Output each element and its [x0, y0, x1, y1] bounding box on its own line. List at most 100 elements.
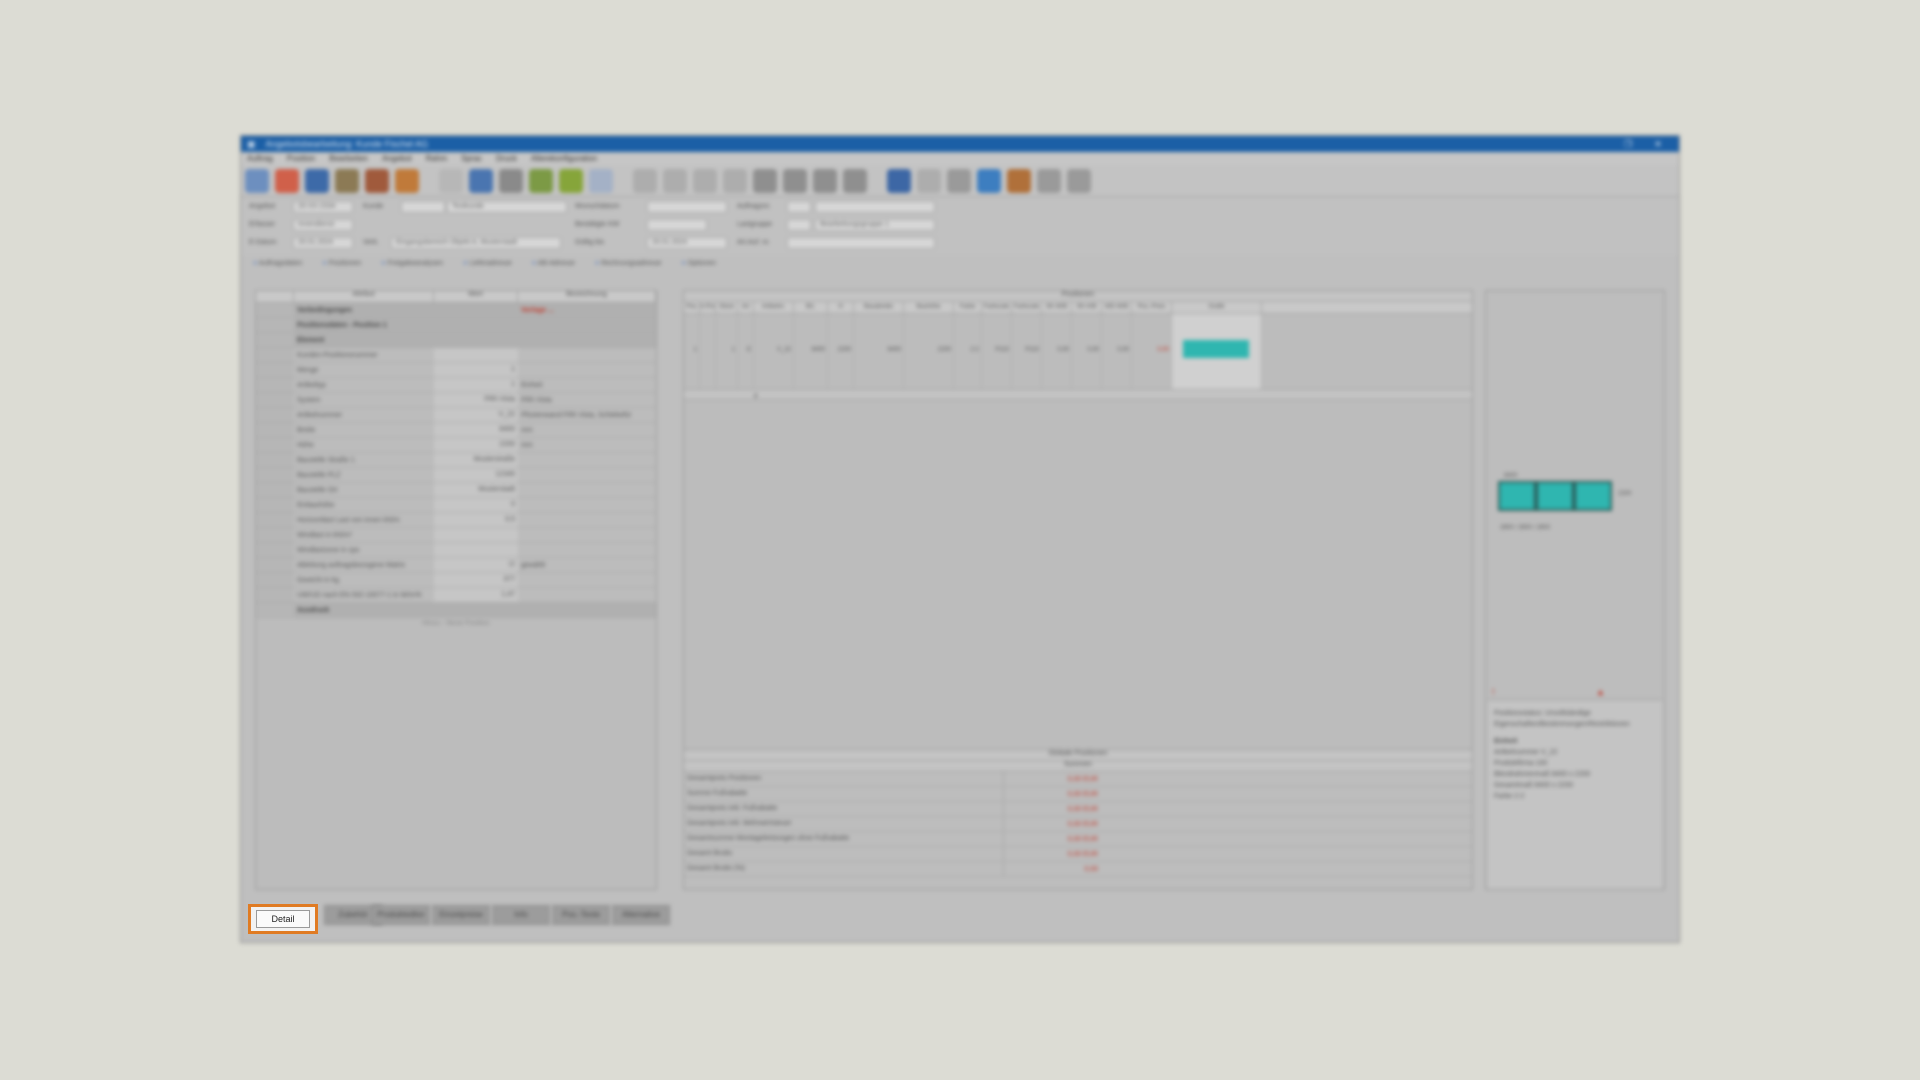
property-row[interactable]: Horizontlast Last von innen kN/m 0,5 [256, 513, 656, 528]
property-row[interactable]: Windlast in kN/m² [256, 528, 656, 543]
grid-column-header[interactable]: Stück [716, 302, 738, 313]
property-group[interactable]: Vorbedingungen Vorlage ... [256, 303, 656, 318]
angebot-field[interactable]: 20-XX-2334 [293, 201, 353, 213]
menu-item[interactable]: Auftrag [247, 154, 273, 163]
menu-item[interactable]: Angebot [382, 154, 412, 163]
header-wert[interactable]: Wert [434, 291, 518, 302]
refresh-icon[interactable] [395, 168, 419, 193]
lastgruppe-field[interactable]: Bearbeitungsgruppe 1 [815, 219, 935, 231]
grid-column-header[interactable]: Grafik [1172, 302, 1262, 313]
bestaetig-field[interactable] [647, 219, 707, 231]
document-icon[interactable] [439, 168, 463, 193]
tree-icon[interactable] [529, 168, 553, 193]
grid-column-header[interactable]: Pos [684, 302, 700, 313]
erfasser-field[interactable]: Innendienst [293, 219, 353, 231]
clipboard-icon[interactable] [1067, 168, 1091, 193]
kunde-field[interactable]: Testkunde [447, 201, 567, 213]
tab-auftragsdaten[interactable]: Auftragsdaten [253, 260, 303, 267]
auftrag-field[interactable] [787, 201, 811, 213]
property-value[interactable]: 8400 [434, 423, 518, 437]
auftrag-field-2[interactable] [815, 201, 935, 213]
property-value[interactable] [434, 303, 518, 317]
save-icon[interactable] [305, 168, 329, 193]
restore-icon[interactable]: ❐ [1613, 139, 1643, 150]
property-row[interactable]: Ableitung auftragsbezogene Matrix ☑ gewähl… [256, 558, 656, 573]
property-group[interactable]: Element [256, 333, 656, 348]
print-icon[interactable] [723, 168, 747, 193]
datum-field[interactable]: 20.01.2024 [293, 237, 353, 249]
header-attribut[interactable]: Attribut [294, 291, 434, 302]
property-value[interactable] [434, 543, 518, 557]
table-row[interactable]: 1 1 E V_22 8400 2200 8400 2200 2-2 P110 P110 0,00 0,… [684, 314, 1472, 390]
property-value[interactable]: Musterstadt [434, 483, 518, 497]
grid-column-header[interactable]: WD-W/B [1102, 302, 1132, 313]
property-row[interactable]: Artikelnummer V_22 Pfostenwand FRh Vista, … [256, 408, 656, 423]
sync-icon[interactable] [977, 168, 1001, 193]
tab-info[interactable]: Info [492, 905, 550, 925]
grid-column-header[interactable]: Artikelnr. [754, 302, 794, 313]
property-value[interactable] [434, 333, 518, 347]
tab-produkteditor[interactable]: Produkteditor [372, 905, 430, 925]
grid-column-header[interactable]: A-Pos [700, 302, 716, 313]
verk-field[interactable]: Eingangsbereich Objekt A, Musterstadt [391, 237, 561, 249]
tab-optionen[interactable]: Optionen [681, 260, 716, 267]
menu-item[interactable]: Sprac [461, 154, 482, 163]
disk-icon[interactable] [753, 168, 777, 193]
tag-icon[interactable] [917, 168, 941, 193]
wunsch-field[interactable] [647, 201, 727, 213]
group-icon[interactable] [365, 168, 389, 193]
property-row[interactable]: Gewicht in kg 377 [256, 573, 656, 588]
property-row[interactable]: Baustelle Straße 1 Musterstraße [256, 453, 656, 468]
grid-column-header[interactable]: Bauhöhe [904, 302, 954, 313]
help-icon[interactable] [469, 168, 493, 193]
table-row-empty[interactable]: 0 [684, 390, 1472, 400]
disk4-icon[interactable] [843, 168, 867, 193]
tab-ab-adresse[interactable]: AB-Adresse [532, 260, 575, 267]
property-value[interactable] [434, 603, 518, 617]
property-group[interactable]: Positionsdaten - Position 1 [256, 318, 656, 333]
menu-item[interactable]: Bearbeiten [329, 154, 368, 163]
artauf-field[interactable] [787, 237, 935, 249]
header-bezeichnung[interactable]: Bezeichnung [518, 291, 656, 302]
lastgruppe-number-field[interactable] [787, 219, 811, 231]
copy-icon[interactable] [663, 168, 687, 193]
home-icon[interactable] [245, 168, 269, 193]
property-value[interactable]: 1 [434, 378, 518, 392]
property-value[interactable]: FRh Vista [434, 393, 518, 407]
property-value[interactable]: 377 [434, 573, 518, 587]
property-row[interactable]: Windlastzone in cps [256, 543, 656, 558]
globe-icon[interactable] [887, 168, 911, 193]
tab-alternative[interactable]: Alternative [612, 905, 670, 925]
property-row[interactable]: Menge 1 [256, 363, 656, 378]
grid-column-header[interactable]: Farbe [954, 302, 982, 313]
info-icon[interactable] [947, 168, 971, 193]
property-value[interactable]: 0 [434, 498, 518, 512]
cut-icon[interactable] [633, 168, 657, 193]
stop-icon[interactable] [275, 168, 299, 193]
property-group[interactable]: Ausdruck [256, 603, 656, 618]
tab-freigabe[interactable]: Freigabeanalysen [381, 260, 443, 267]
property-value[interactable] [434, 318, 518, 332]
menu-item[interactable]: Rahm [426, 154, 447, 163]
property-value[interactable] [434, 528, 518, 542]
property-value[interactable]: 0,5 [434, 513, 518, 527]
grid-column-header[interactable]: SK-H/B [1072, 302, 1102, 313]
window-preview[interactable] [1498, 481, 1618, 521]
close-icon[interactable]: ✕ [1643, 139, 1673, 150]
property-value[interactable]: 2200 [434, 438, 518, 452]
menu-item[interactable]: Druck [496, 154, 517, 163]
grid-column-header[interactable]: Farbcode [982, 302, 1012, 313]
grid-column-header[interactable]: B/L [794, 302, 828, 313]
property-row[interactable]: Artikeltyp 1 Einheit [256, 378, 656, 393]
property-value[interactable]: Musterstraße [434, 453, 518, 467]
property-value[interactable] [434, 348, 518, 362]
disk2-icon[interactable] [783, 168, 807, 193]
menu-item[interactable]: Position [287, 154, 315, 163]
property-value[interactable]: 12345 [434, 468, 518, 482]
tab-lieferadresse[interactable]: Lieferadresse [463, 260, 511, 267]
paste-icon[interactable] [693, 168, 717, 193]
users-icon[interactable] [1007, 168, 1031, 193]
grid-column-header[interactable]: Art [738, 302, 754, 313]
grid-column-header[interactable]: Farbcode [1012, 302, 1042, 313]
tab-positionen[interactable]: Positionen [322, 260, 362, 267]
